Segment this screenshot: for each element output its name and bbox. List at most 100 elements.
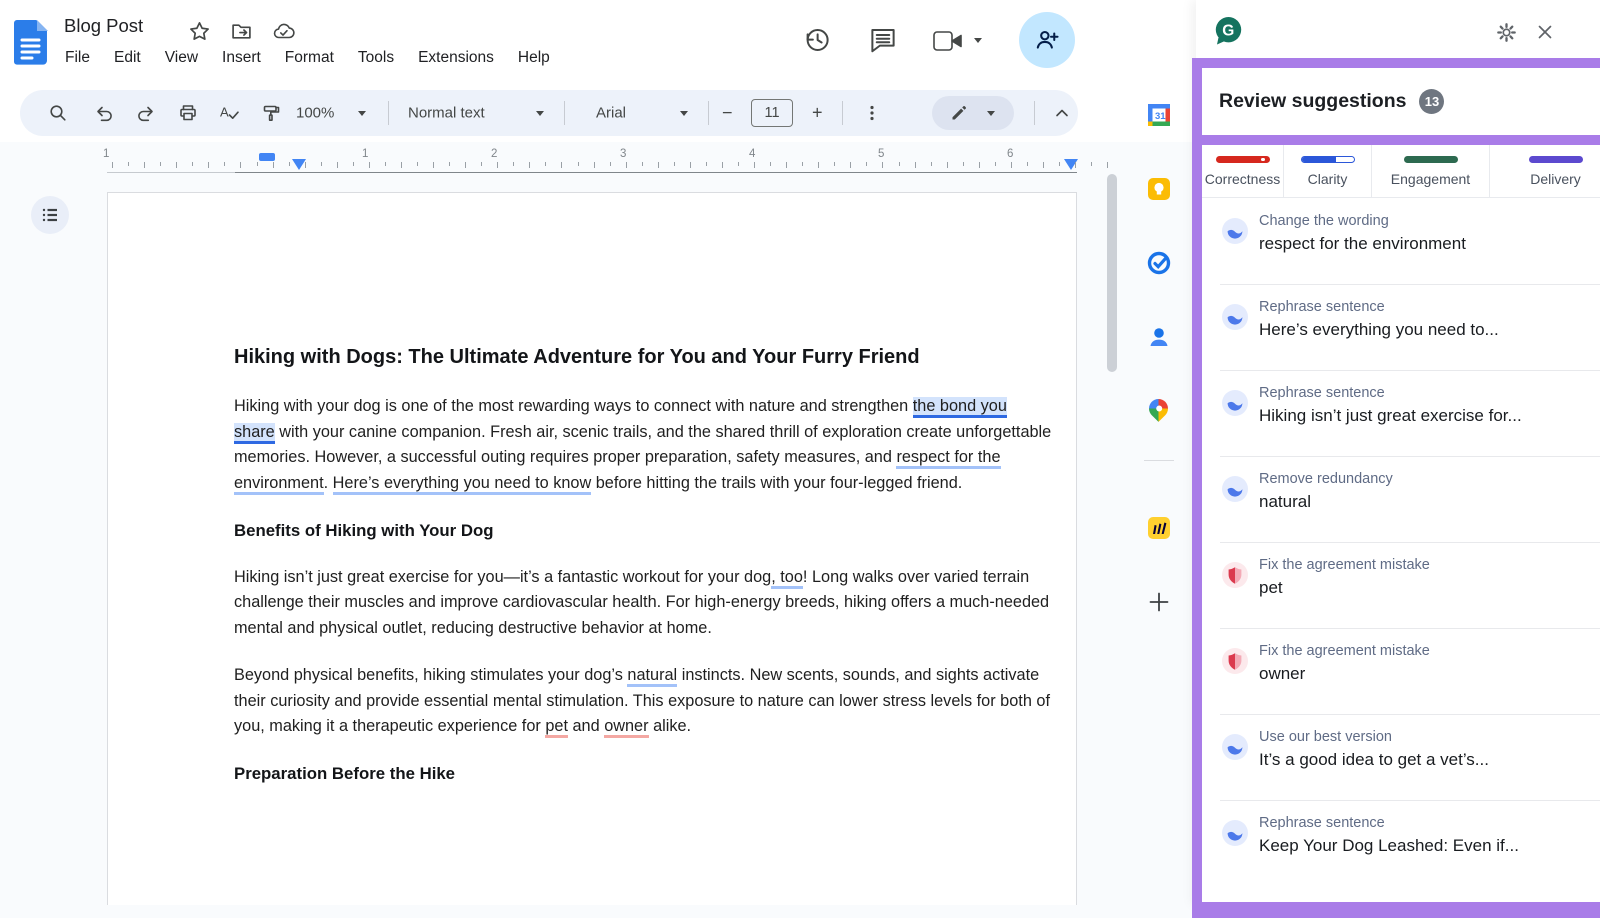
horizontal-ruler[interactable]: 1123456	[0, 146, 1130, 174]
google-maps-icon[interactable]	[1146, 397, 1168, 418]
google-keep-icon[interactable]	[1146, 176, 1172, 202]
suggestion-item[interactable]: Fix the agreement mistakepet	[1202, 542, 1600, 628]
undo-icon[interactable]	[94, 103, 114, 123]
ruler-tick	[722, 162, 723, 168]
suggestion-underline[interactable]: natural	[627, 666, 677, 687]
suggestion-item[interactable]: Rephrase sentenceHiking isn’t just great…	[1202, 370, 1600, 456]
ruler-tick	[834, 162, 835, 166]
video-call-caret-icon[interactable]	[974, 38, 982, 43]
google-tasks-icon[interactable]	[1146, 250, 1172, 276]
font-select[interactable]: Arial	[596, 105, 626, 122]
google-contacts-icon[interactable]	[1146, 324, 1172, 350]
increase-font-size-button[interactable]: +	[812, 103, 823, 124]
toolbar-separator	[842, 101, 843, 125]
suggestion-item[interactable]: Rephrase sentenceKeep Your Dog Leashed: …	[1202, 800, 1600, 886]
miro-icon[interactable]	[1146, 515, 1172, 541]
editing-mode-button[interactable]	[932, 96, 1014, 130]
document-subheading[interactable]: Preparation Before the Hike	[234, 761, 1052, 787]
ruler-number: 1	[362, 148, 368, 160]
suggestion-underline[interactable]: Here’s everything you need to know	[333, 474, 592, 495]
paragraph-style-select[interactable]: Normal text	[408, 105, 485, 122]
ruler-number: 1	[103, 148, 109, 160]
tab-correctness[interactable]: Correctness	[1202, 145, 1284, 197]
paint-format-icon[interactable]	[261, 103, 281, 123]
google-docs-logo[interactable]	[14, 20, 48, 66]
text-run: .	[324, 474, 333, 492]
ruler-tick	[160, 162, 161, 166]
svg-text:A: A	[220, 105, 229, 120]
suggestions-container: CorrectnessClarityEngagementDelivery Cha…	[1202, 145, 1600, 902]
video-call-icon[interactable]	[932, 29, 964, 53]
ruler-number: 4	[749, 148, 755, 160]
menu-tools[interactable]: Tools	[346, 46, 406, 70]
decrease-font-size-button[interactable]: −	[722, 103, 733, 124]
ruler-tick	[513, 162, 514, 166]
get-add-ons-icon[interactable]	[1146, 589, 1172, 615]
suggestion-underline[interactable]: , too	[771, 568, 803, 589]
ruler-tick	[144, 162, 145, 168]
suggestion-item[interactable]: Fix the agreement mistakeowner	[1202, 628, 1600, 714]
document-scrollbar[interactable]	[1107, 174, 1117, 372]
ruler-margin-line	[107, 172, 235, 173]
menu-file[interactable]: File	[53, 46, 102, 70]
move-folder-icon[interactable]	[231, 21, 252, 42]
suggestion-category: Fix the agreement mistake	[1259, 557, 1430, 573]
correctness-suggestion-icon	[1222, 562, 1248, 588]
style-caret-icon[interactable]	[536, 111, 544, 116]
document-paragraph[interactable]: Hiking with your dog is one of the most …	[234, 394, 1052, 496]
zoom-select[interactable]: 100%	[296, 105, 334, 122]
clarity-suggestion-icon	[1222, 390, 1248, 416]
star-icon[interactable]	[189, 21, 210, 42]
ruler-number: 6	[1007, 148, 1013, 160]
cloud-status-icon[interactable]	[273, 21, 295, 42]
suggestions-count-badge: 13	[1419, 89, 1444, 114]
print-icon[interactable]	[178, 103, 198, 123]
ruler-number: 3	[620, 148, 626, 160]
version-history-icon[interactable]	[802, 25, 832, 55]
document-text[interactable]: Hiking with Dogs: The Ultimate Adventure…	[234, 344, 1052, 808]
ruler-tick	[802, 162, 803, 166]
collapse-toolbar-icon[interactable]	[1052, 103, 1072, 123]
document-paragraph[interactable]: Beyond physical benefits, hiking stimula…	[234, 663, 1052, 740]
menu-extensions[interactable]: Extensions	[406, 46, 506, 70]
suggestion-item[interactable]: Rephrase sentenceHere’s everything you n…	[1202, 284, 1600, 370]
suggestion-item[interactable]: Use our best versionIt’s a good idea to …	[1202, 714, 1600, 800]
search-icon[interactable]	[48, 103, 68, 123]
tab-clarity[interactable]: Clarity	[1284, 145, 1372, 197]
redo-icon[interactable]	[136, 103, 156, 123]
suggestion-underline[interactable]: pet	[545, 717, 568, 738]
document-subheading[interactable]: Benefits of Hiking with Your Dog	[234, 518, 1052, 544]
zoom-caret-icon[interactable]	[358, 111, 366, 116]
first-line-indent-marker[interactable]	[259, 153, 275, 161]
ruler-tick	[257, 162, 258, 166]
spell-check-icon[interactable]: A	[219, 103, 240, 123]
menu-insert[interactable]: Insert	[210, 46, 273, 70]
menu-view[interactable]: View	[153, 46, 210, 70]
review-suggestions-title: Review suggestions	[1219, 90, 1406, 113]
tab-engagement[interactable]: Engagement	[1372, 145, 1490, 197]
tab-delivery[interactable]: Delivery	[1490, 145, 1600, 197]
grammarly-logo: G	[1214, 16, 1243, 46]
suggestion-item[interactable]: Change the wordingrespect for the enviro…	[1202, 198, 1600, 284]
suggestion-underline[interactable]: owner	[604, 717, 648, 738]
font-caret-icon[interactable]	[680, 111, 688, 116]
document-paragraph[interactable]: Hiking isn’t just great exercise for you…	[234, 565, 1052, 642]
suggestion-item[interactable]: Remove redundancynatural	[1202, 456, 1600, 542]
suggestion-tabs: CorrectnessClarityEngagementDelivery	[1202, 145, 1600, 198]
share-button[interactable]	[1019, 12, 1075, 68]
comments-icon[interactable]	[868, 25, 898, 55]
close-icon[interactable]	[1536, 23, 1554, 41]
document-page[interactable]: Hiking with Dogs: The Ultimate Adventure…	[107, 192, 1077, 905]
menu-help[interactable]: Help	[506, 46, 562, 70]
menu-format[interactable]: Format	[273, 46, 346, 70]
settings-gear-icon[interactable]	[1496, 22, 1517, 43]
font-size-input[interactable]: 11	[751, 99, 793, 127]
ruler-tick	[1059, 162, 1060, 166]
document-title[interactable]: Blog Post	[64, 15, 143, 37]
document-outline-button[interactable]	[31, 196, 69, 234]
google-calendar-icon[interactable]: 31	[1146, 102, 1172, 128]
more-options-icon[interactable]	[862, 103, 882, 123]
menu-edit[interactable]: Edit	[102, 46, 153, 70]
progress-fill	[1302, 157, 1336, 162]
document-heading[interactable]: Hiking with Dogs: The Ultimate Adventure…	[234, 344, 1052, 370]
